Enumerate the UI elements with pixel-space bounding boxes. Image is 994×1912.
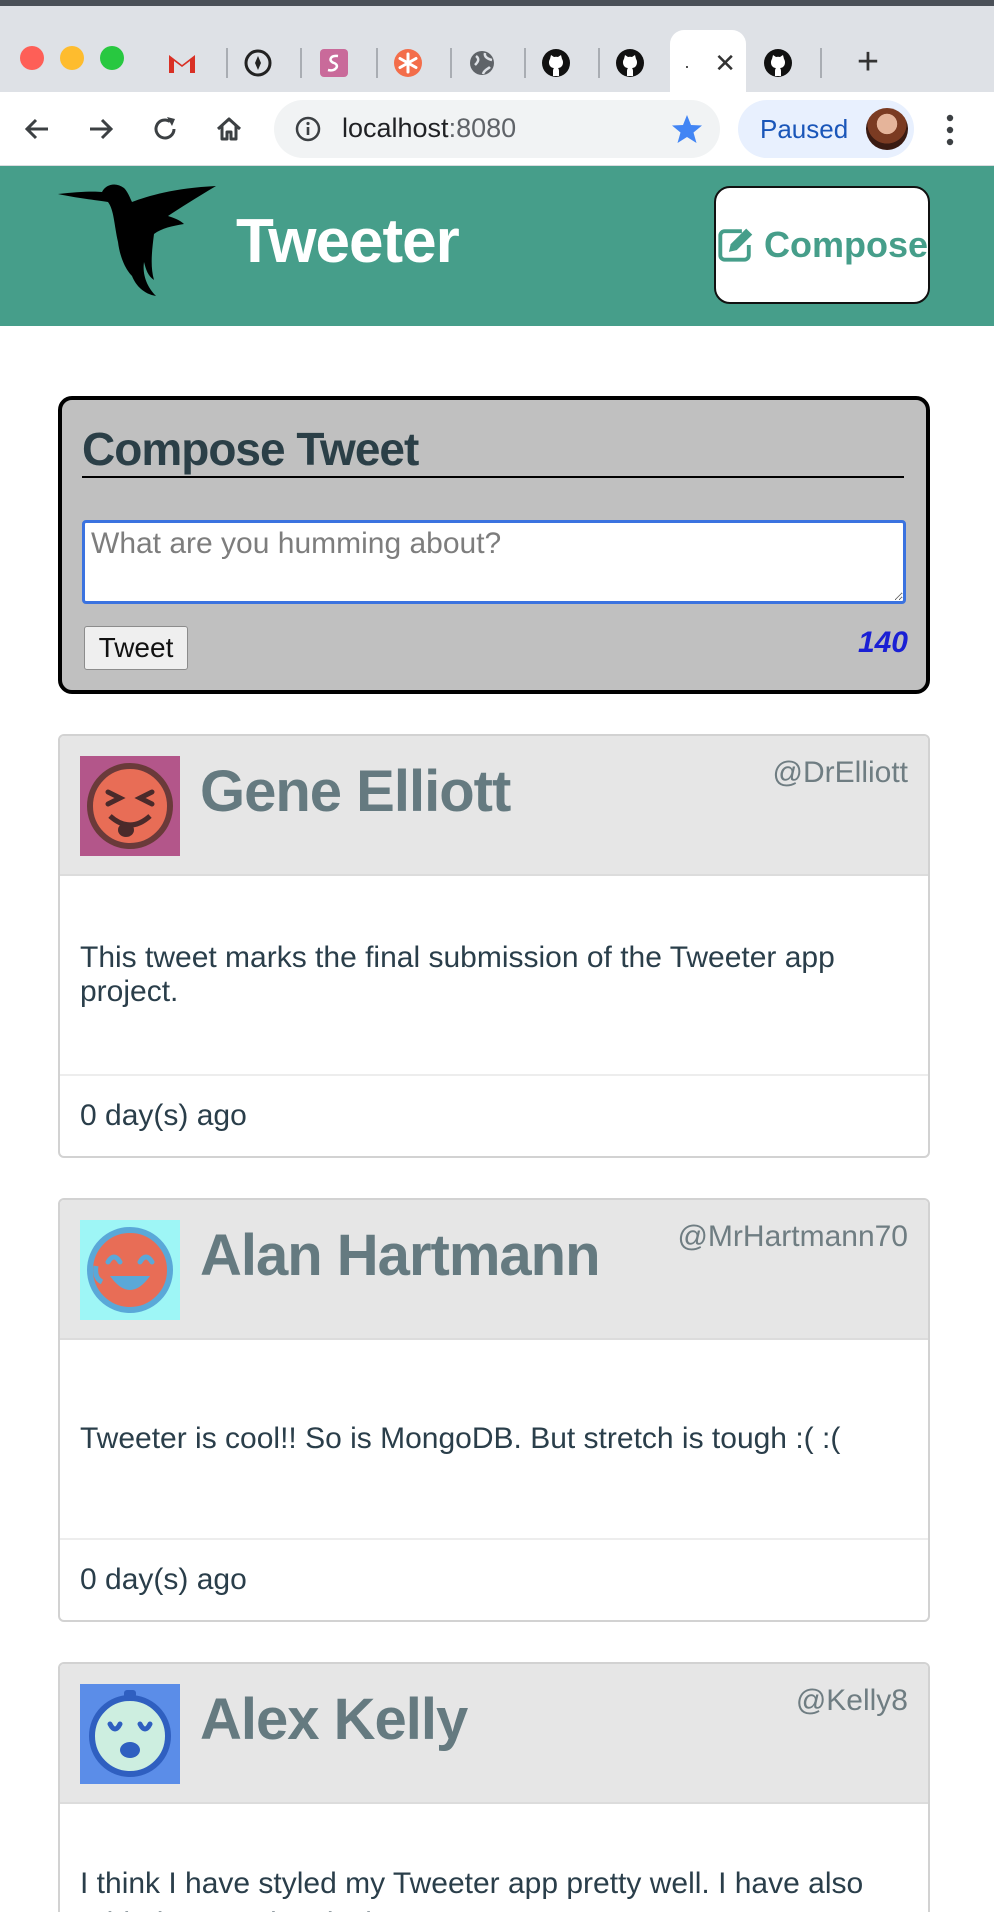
- laughing-face-icon: [80, 1220, 180, 1320]
- tweet-card: Gene Elliott @DrElliott This tweet marks…: [58, 734, 930, 1158]
- tweet-header: Gene Elliott @DrElliott: [60, 736, 928, 876]
- tab-compass[interactable]: [222, 36, 294, 90]
- tweet-author-handle: @MrHartmann70: [677, 1220, 908, 1253]
- compose-button-label: Compose: [763, 224, 928, 265]
- hummingbird-logo-icon: [58, 184, 216, 296]
- tweet-content: I think I have styled my Tweeter app pre…: [60, 1804, 928, 1912]
- forward-arrow-icon: [90, 118, 114, 140]
- home-button[interactable]: [204, 104, 254, 154]
- back-button[interactable]: [12, 104, 62, 154]
- reload-icon: [154, 117, 176, 140]
- tab-github[interactable]: [742, 36, 814, 90]
- globe-icon: [470, 51, 494, 75]
- compose-title: Compose Tweet: [82, 423, 419, 475]
- window-minimize-button[interactable]: [60, 46, 84, 70]
- tweet-timestamp: 0 day(s) ago: [80, 1099, 247, 1132]
- url-text: localhost:8080: [342, 113, 516, 144]
- swirl-icon: [320, 49, 348, 77]
- tab-loading-indicator: ·: [684, 56, 690, 76]
- tweet-card: Alex Kelly @Kelly8 I think I have styled…: [58, 1662, 930, 1912]
- compose-button[interactable]: Compose: [714, 186, 930, 304]
- profile-status: Paused: [760, 114, 849, 144]
- tweet-timestamp: 0 day(s) ago: [80, 1563, 247, 1596]
- tweet-author-name: Gene Elliott: [200, 759, 511, 824]
- asterisk-icon: [394, 49, 422, 77]
- character-counter: 140: [857, 626, 908, 659]
- home-icon: [216, 117, 242, 141]
- tab-gmail[interactable]: [146, 36, 218, 90]
- profile-avatar: [866, 108, 908, 150]
- tweet-content: Tweeter is cool!! So is MongoDB. But str…: [60, 1340, 928, 1540]
- forward-button[interactable]: [76, 104, 126, 154]
- info-icon[interactable]: [294, 115, 322, 143]
- wink-tongue-face-icon: [80, 756, 180, 856]
- tweet-submit-button[interactable]: Tweet: [84, 626, 188, 670]
- tweet-header: Alex Kelly @Kelly8: [60, 1664, 928, 1804]
- browser-tabstrip: · ✕ +: [0, 0, 994, 98]
- app-brand: Tweeter: [236, 207, 460, 276]
- profile-button[interactable]: Paused: [738, 100, 914, 158]
- tweet-text-input[interactable]: [82, 520, 906, 604]
- more-menu-icon[interactable]: [934, 110, 966, 150]
- tab-github[interactable]: [520, 36, 592, 90]
- edit-square-icon: [718, 228, 753, 262]
- new-tweet-section: Compose Tweet Tweet 140: [58, 396, 930, 694]
- tab-swirl[interactable]: [298, 36, 370, 90]
- gmail-icon: [169, 55, 195, 73]
- compose-divider: [82, 476, 904, 478]
- surprised-face-icon: [80, 1684, 180, 1784]
- tweet-text: Tweeter is cool!! So is MongoDB. But str…: [80, 1422, 841, 1455]
- github-icon: [542, 49, 570, 77]
- window-close-button[interactable]: [20, 46, 44, 70]
- app-header: Tweeter Compose: [0, 166, 994, 326]
- tweet-author-handle: @DrElliott: [772, 756, 908, 789]
- window-zoom-button[interactable]: [100, 46, 124, 70]
- new-tab-button[interactable]: +: [848, 42, 888, 82]
- browser-toolbar: localhost:8080 Paused: [0, 92, 994, 166]
- tweet-footer: 0 day(s) ago: [60, 1540, 928, 1620]
- tweet-text: This tweet marks the final submission of…: [80, 941, 835, 1008]
- url-port: :8080: [448, 113, 517, 143]
- compass-icon: [244, 49, 272, 77]
- tab-active[interactable]: · ✕: [670, 30, 746, 98]
- github-icon: [616, 49, 644, 77]
- back-arrow-icon: [24, 118, 48, 140]
- tab-asterisk[interactable]: [372, 36, 444, 90]
- tab-github[interactable]: [594, 36, 666, 90]
- tweet-text: I think I have styled my Tweeter app pre…: [80, 1867, 864, 1912]
- tweet-footer: 0 day(s) ago: [60, 1076, 928, 1156]
- tweet-header: Alan Hartmann @MrHartmann70: [60, 1200, 928, 1340]
- tab-separator: [820, 48, 822, 78]
- tweet-card: Alan Hartmann @MrHartmann70 Tweeter is c…: [58, 1198, 930, 1622]
- url-host: localhost: [342, 113, 449, 143]
- reload-button[interactable]: [140, 104, 190, 154]
- address-bar[interactable]: localhost:8080: [274, 100, 720, 158]
- tweet-author-name: Alex Kelly: [200, 1687, 468, 1752]
- tweet-content: This tweet marks the final submission of…: [60, 876, 928, 1076]
- tab-globe[interactable]: [446, 36, 518, 90]
- github-icon: [764, 49, 792, 77]
- tweet-author-handle: @Kelly8: [795, 1684, 908, 1717]
- tweet-author-name: Alan Hartmann: [200, 1223, 601, 1288]
- bookmark-star-icon[interactable]: [670, 112, 704, 146]
- tab-close-icon[interactable]: ✕: [714, 48, 736, 79]
